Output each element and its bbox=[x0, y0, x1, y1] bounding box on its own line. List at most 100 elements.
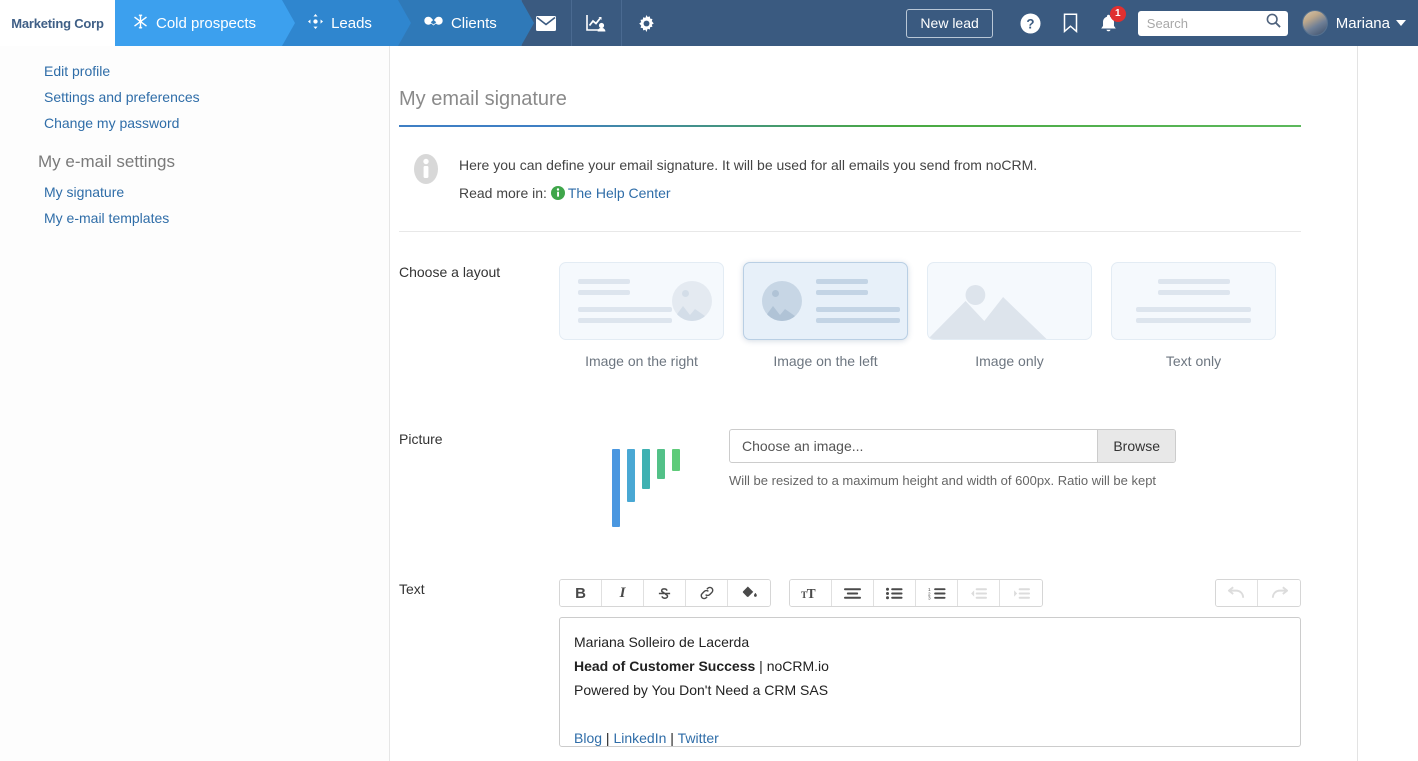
page-title: My email signature bbox=[390, 46, 1301, 125]
layout-options-wrap: Image on the right bbox=[559, 262, 1301, 369]
notification-badge: 1 bbox=[1110, 6, 1126, 22]
signature-line-1: Mariana Solleiro de Lacerda bbox=[574, 630, 1286, 654]
bullet-list-button[interactable] bbox=[874, 580, 916, 606]
nav-right-group: New lead ? 1 Mariana bbox=[906, 0, 1418, 46]
nav-icon-group bbox=[521, 0, 671, 46]
bold-button[interactable]: B bbox=[560, 580, 602, 606]
signature-role: Head of Customer Success bbox=[574, 658, 755, 674]
top-navigation-bar: Marketing Corp Cold prospects Leads Clie… bbox=[0, 0, 1418, 46]
signature-links: Blog | LinkedIn | Twitter bbox=[574, 726, 1286, 747]
info-banner: Here you can define your email signature… bbox=[399, 127, 1301, 232]
info-green-icon bbox=[551, 181, 565, 209]
info-circle-icon bbox=[411, 153, 441, 190]
editor-body: B I TT bbox=[559, 579, 1301, 747]
sidebar-item-my-signature[interactable]: My signature bbox=[0, 179, 389, 205]
picture-body: Choose an image... Browse Will be resize… bbox=[559, 429, 1301, 531]
search-input[interactable] bbox=[1138, 11, 1288, 36]
layout-option-label: Image on the left bbox=[743, 353, 908, 369]
thumb-image-placeholder bbox=[762, 281, 802, 321]
picture-label: Picture bbox=[399, 429, 559, 531]
align-button[interactable] bbox=[832, 580, 874, 606]
file-name-display[interactable]: Choose an image... bbox=[730, 430, 1097, 462]
file-picker-wrap: Choose an image... Browse Will be resize… bbox=[729, 429, 1176, 488]
search-box bbox=[1138, 11, 1288, 36]
sidebar-item-my-email-templates[interactable]: My e-mail templates bbox=[0, 205, 389, 231]
snowflake-icon bbox=[133, 14, 148, 33]
picture-hint: Will be resized to a maximum height and … bbox=[729, 473, 1176, 488]
picture-row: Picture Choose an image... Browse bbox=[399, 369, 1301, 531]
signature-link-blog[interactable]: Blog bbox=[574, 730, 602, 746]
help-center-link[interactable]: The Help Center bbox=[568, 185, 671, 201]
fill-color-button[interactable] bbox=[728, 580, 770, 606]
pipeline-tab-clients[interactable]: Clients bbox=[398, 0, 521, 46]
text-row: Text B I bbox=[399, 531, 1301, 747]
signature-blank-line bbox=[574, 702, 1286, 726]
info-text-block: Here you can define your email signature… bbox=[459, 151, 1037, 209]
layout-label: Choose a layout bbox=[399, 262, 559, 369]
brand-logo[interactable]: Marketing Corp bbox=[0, 0, 115, 46]
layout-thumbnail-image-left bbox=[743, 262, 908, 340]
pipeline-tab-cold-prospects[interactable]: Cold prospects bbox=[115, 0, 282, 46]
italic-button[interactable]: I bbox=[602, 580, 644, 606]
layout-option-label: Text only bbox=[1111, 353, 1276, 369]
editor-toolbar: B I TT bbox=[559, 579, 1301, 607]
chevron-down-icon bbox=[1396, 20, 1406, 26]
layout-option-image-on-the-left[interactable]: Image on the left bbox=[743, 262, 908, 369]
bar-chart-logo bbox=[559, 429, 729, 531]
info-read-more-prefix: Read more in: bbox=[459, 185, 547, 201]
layout-thumbnail-text-only bbox=[1111, 262, 1276, 340]
statistics-icon[interactable] bbox=[571, 0, 621, 46]
bell-icon[interactable]: 1 bbox=[1100, 14, 1117, 33]
font-size-button[interactable]: TT bbox=[790, 580, 832, 606]
toolbar-group-history bbox=[1215, 579, 1301, 607]
pipeline-tab-label: Leads bbox=[331, 15, 372, 32]
sidebar-item-change-my-password[interactable]: Change my password bbox=[0, 110, 389, 136]
undo-button[interactable] bbox=[1216, 580, 1258, 606]
sidebar: Edit profile Settings and preferences Ch… bbox=[0, 46, 390, 761]
new-lead-button[interactable]: New lead bbox=[906, 9, 992, 38]
pipeline-tabs: Cold prospects Leads Clients bbox=[115, 0, 521, 46]
gear-icon[interactable] bbox=[621, 0, 671, 46]
main-content: My email signature Here you can define y… bbox=[390, 46, 1358, 761]
info-line-1: Here you can define your email signature… bbox=[459, 151, 1037, 179]
layout-option-image-on-the-right[interactable]: Image on the right bbox=[559, 262, 724, 369]
layout-thumbnail-image-right bbox=[559, 262, 724, 340]
page-body: Edit profile Settings and preferences Ch… bbox=[0, 46, 1418, 761]
question-mark-icon[interactable]: ? bbox=[1020, 13, 1041, 34]
handshake-icon bbox=[424, 14, 443, 33]
toolbar-group-paragraph: TT 123 bbox=[789, 579, 1043, 607]
text-label: Text bbox=[399, 579, 559, 747]
link-separator: | bbox=[606, 730, 610, 746]
layout-options: Image on the right bbox=[559, 262, 1301, 369]
redo-button[interactable] bbox=[1258, 580, 1300, 606]
user-menu[interactable]: Mariana bbox=[1302, 10, 1406, 36]
svg-text:T: T bbox=[807, 586, 816, 601]
pipeline-tab-label: Cold prospects bbox=[156, 15, 256, 32]
pipeline-tab-leads[interactable]: Leads bbox=[282, 0, 398, 46]
signature-text-editor[interactable]: Mariana Solleiro de Lacerda Head of Cust… bbox=[559, 617, 1301, 747]
signature-link-linkedin[interactable]: LinkedIn bbox=[613, 730, 666, 746]
indent-button[interactable] bbox=[1000, 580, 1042, 606]
strikethrough-button[interactable] bbox=[644, 580, 686, 606]
sidebar-item-settings-and-preferences[interactable]: Settings and preferences bbox=[0, 84, 389, 110]
pipeline-tab-label: Clients bbox=[451, 15, 497, 32]
bookmark-icon[interactable] bbox=[1063, 13, 1078, 33]
toolbar-group-format: B I bbox=[559, 579, 771, 607]
layout-row: Choose a layout bbox=[399, 232, 1301, 369]
link-button[interactable] bbox=[686, 580, 728, 606]
numbered-list-button[interactable]: 123 bbox=[916, 580, 958, 606]
avatar bbox=[1302, 10, 1328, 36]
link-separator: | bbox=[670, 730, 674, 746]
outdent-button[interactable] bbox=[958, 580, 1000, 606]
layout-option-label: Image on the right bbox=[559, 353, 724, 369]
layout-option-text-only[interactable]: Text only bbox=[1111, 262, 1276, 369]
sidebar-item-edit-profile[interactable]: Edit profile bbox=[0, 58, 389, 84]
signature-line-3: Powered by You Don't Need a CRM SAS bbox=[574, 678, 1286, 702]
info-line-2: Read more in: The Help Center bbox=[459, 179, 1037, 209]
browse-button[interactable]: Browse bbox=[1097, 430, 1175, 462]
diamond-arrows-icon bbox=[308, 14, 323, 33]
user-name: Mariana bbox=[1336, 15, 1390, 32]
image-file-picker: Choose an image... Browse bbox=[729, 429, 1176, 463]
signature-link-twitter[interactable]: Twitter bbox=[678, 730, 719, 746]
layout-option-image-only[interactable]: Image only bbox=[927, 262, 1092, 369]
